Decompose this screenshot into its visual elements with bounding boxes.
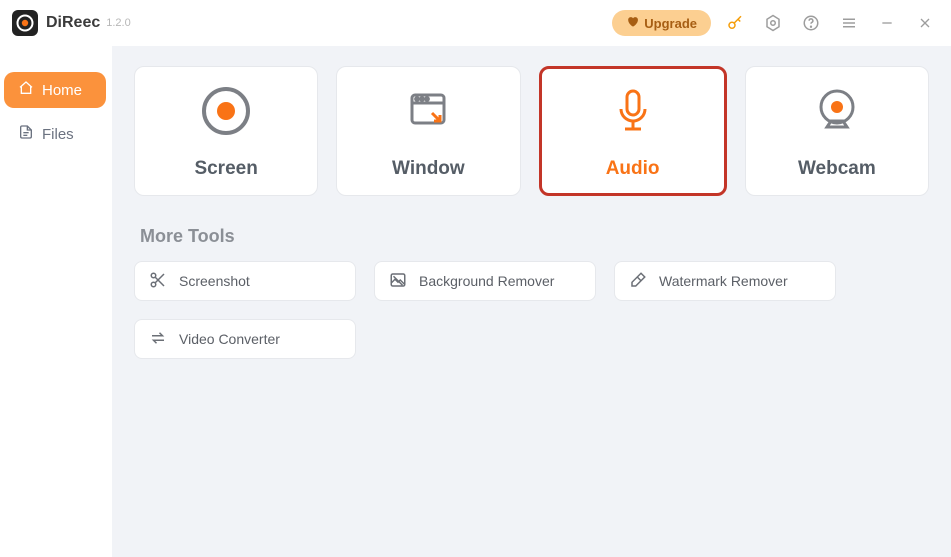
webcam-icon	[809, 83, 865, 144]
recorder-card-screen[interactable]: Screen	[134, 66, 318, 196]
swap-icon	[149, 329, 167, 350]
tools-grid: Screenshot Background Remover Watermark …	[134, 261, 929, 359]
tool-label: Watermark Remover	[659, 273, 788, 289]
titlebar: DiReec 1.2.0 Upgrade	[0, 0, 951, 46]
upgrade-label: Upgrade	[644, 16, 697, 31]
minimize-button[interactable]	[873, 9, 901, 37]
settings-icon[interactable]	[759, 9, 787, 37]
app-logo	[12, 10, 38, 36]
recorder-card-webcam[interactable]: Webcam	[745, 66, 929, 196]
recorder-grid: Screen Window Audio Webcam	[134, 66, 929, 196]
recorder-label: Webcam	[798, 158, 876, 180]
recorder-label: Screen	[194, 158, 257, 180]
eraser-icon	[629, 271, 647, 292]
tool-label: Screenshot	[179, 273, 250, 289]
tool-label: Background Remover	[419, 273, 554, 289]
recorder-card-window[interactable]: Window	[336, 66, 520, 196]
app-version: 1.2.0	[106, 17, 130, 29]
screen-record-icon	[198, 83, 254, 144]
app-name: DiReec	[46, 14, 100, 32]
window-icon	[400, 83, 456, 144]
scissors-icon	[149, 271, 167, 292]
recorder-label: Audio	[606, 158, 660, 180]
more-tools-title: More Tools	[140, 226, 929, 247]
help-icon[interactable]	[797, 9, 825, 37]
sidebar: Home Files	[0, 46, 112, 557]
microphone-icon	[605, 83, 661, 144]
recorder-label: Window	[392, 158, 465, 180]
recorder-card-audio[interactable]: Audio	[539, 66, 727, 196]
tool-label: Video Converter	[179, 331, 280, 347]
tool-watermark-remover[interactable]: Watermark Remover	[614, 261, 836, 301]
main-content: Screen Window Audio Webcam	[112, 46, 951, 557]
tool-video-converter[interactable]: Video Converter	[134, 319, 356, 359]
tool-screenshot[interactable]: Screenshot	[134, 261, 356, 301]
sidebar-item-label: Home	[42, 82, 82, 99]
image-remove-icon	[389, 271, 407, 292]
files-icon	[18, 124, 34, 144]
sidebar-item-label: Files	[42, 126, 74, 143]
heart-icon	[626, 15, 639, 31]
menu-icon[interactable]	[835, 9, 863, 37]
key-icon[interactable]	[721, 9, 749, 37]
sidebar-item-files[interactable]: Files	[4, 116, 106, 152]
upgrade-button[interactable]: Upgrade	[612, 10, 711, 36]
home-icon	[18, 80, 34, 100]
close-button[interactable]	[911, 9, 939, 37]
sidebar-item-home[interactable]: Home	[4, 72, 106, 108]
tool-background-remover[interactable]: Background Remover	[374, 261, 596, 301]
